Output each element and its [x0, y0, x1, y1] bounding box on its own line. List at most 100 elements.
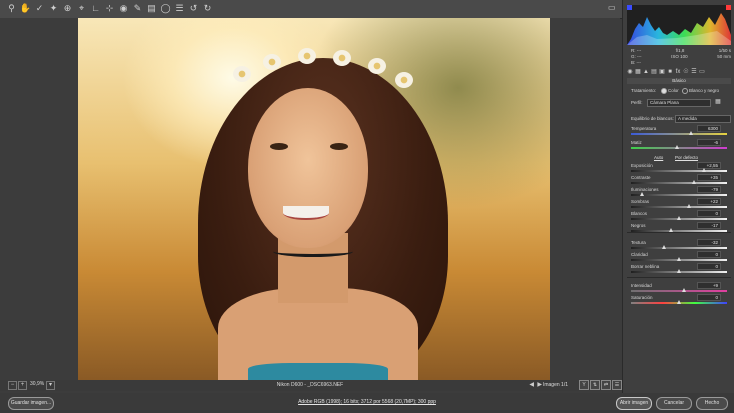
iso: ISO 100 — [671, 54, 688, 59]
fullscreen-icon[interactable]: ▭ — [608, 3, 618, 13]
borrar-neblina-slider-thumb[interactable] — [677, 269, 681, 273]
matiz-value[interactable]: -6 — [697, 139, 721, 146]
exposicion-slider-thumb[interactable] — [701, 168, 706, 172]
textura-value[interactable]: -32 — [697, 239, 721, 246]
cancel-button[interactable]: Cancelar — [656, 397, 692, 410]
tab-tone-curve-icon[interactable]: ▦ — [635, 69, 641, 76]
matiz-slider[interactable] — [631, 145, 727, 149]
crop-icon[interactable]: ⌖ — [76, 2, 87, 14]
photo-flower-crown — [223, 46, 423, 88]
contraste-slider[interactable] — [631, 180, 727, 184]
iluminaciones-slider[interactable] — [631, 192, 727, 196]
adjustment-brush-icon[interactable]: ✎ — [132, 2, 143, 14]
claridad-slider[interactable] — [631, 257, 727, 261]
temperatura-slider[interactable] — [631, 131, 727, 135]
image-counter: Imagen 1/1 — [542, 382, 568, 388]
profile-select[interactable]: Cámara Plana — [647, 99, 711, 107]
claridad-slider-thumb[interactable] — [677, 257, 681, 261]
white-balance-label: Equilibrio de blancos: — [631, 116, 674, 121]
saturacion-slider-thumb[interactable] — [677, 300, 681, 304]
intensidad-value[interactable]: +9 — [697, 282, 721, 289]
b-value: --- — [636, 60, 642, 65]
tab-calibration-icon[interactable]: ☉ — [683, 69, 689, 76]
view-options-icon[interactable]: ☰ — [612, 380, 622, 390]
saturacion-label: Saturación — [631, 295, 653, 300]
profile-browser-icon[interactable]: ▦ — [715, 99, 721, 106]
iluminaciones-slider-thumb[interactable] — [639, 192, 644, 196]
white-balance-icon[interactable]: ✓ — [34, 2, 45, 14]
borrar-neblina-label: Borrar neblina — [631, 264, 660, 269]
tab-presets-icon[interactable]: ☰ — [691, 69, 697, 76]
textura-slider[interactable] — [631, 245, 727, 249]
shadow-clip-warning-icon[interactable] — [627, 5, 632, 10]
sombras-value[interactable]: +22 — [697, 198, 721, 205]
auto-link[interactable]: Auto — [654, 155, 663, 160]
spot-removal-icon[interactable]: ⊹ — [104, 2, 115, 14]
photo-smile — [283, 206, 329, 220]
saturacion-value[interactable]: 0 — [697, 294, 721, 301]
prev-image-icon[interactable]: ◀ — [529, 381, 534, 388]
tab-split-toning-icon[interactable]: ▣ — [659, 69, 665, 76]
done-button[interactable]: Hecho — [696, 397, 728, 410]
negros-slider-thumb[interactable] — [669, 228, 674, 232]
borrar-neblina-slider[interactable] — [631, 269, 727, 273]
toggle-settings-icon[interactable]: ⇄ — [601, 380, 611, 390]
radial-filter-icon[interactable]: ◯ — [160, 2, 171, 14]
treatment-label: Tratamiento: — [631, 88, 657, 93]
tab-hsl-icon[interactable]: ▤ — [651, 69, 657, 76]
white-balance-select[interactable]: A medida — [675, 115, 731, 123]
tab-effects-icon[interactable]: fx — [675, 69, 681, 76]
intensidad-slider-thumb[interactable] — [681, 288, 686, 292]
flower — [368, 58, 386, 74]
textura-slider-thumb[interactable] — [661, 245, 666, 249]
hand-icon[interactable]: ✋ — [20, 2, 31, 14]
rotate-right-icon[interactable]: ↻ — [202, 2, 213, 14]
view-y-button[interactable]: Y — [579, 380, 589, 390]
open-image-button[interactable]: Abrir imagen — [616, 397, 652, 410]
exposicion-value[interactable]: +2,55 — [697, 162, 721, 169]
tab-lens-icon[interactable]: ■ — [667, 69, 673, 76]
color-sampler-icon[interactable]: ✦ — [48, 2, 59, 14]
matiz-slider-thumb[interactable] — [675, 145, 680, 149]
target-adjust-icon[interactable]: ⊕ — [62, 2, 73, 14]
contraste-value[interactable]: +35 — [697, 174, 721, 181]
before-after-icon[interactable]: ⇅ — [590, 380, 600, 390]
claridad-label: Claridad — [631, 252, 648, 257]
rotate-left-icon[interactable]: ↺ — [188, 2, 199, 14]
sombras-slider[interactable] — [631, 204, 727, 208]
blancos-value[interactable]: 0 — [697, 210, 721, 217]
contraste-slider-thumb[interactable] — [692, 180, 697, 184]
exposicion-slider[interactable] — [631, 168, 727, 172]
straighten-icon[interactable]: ∟ — [90, 2, 101, 14]
flower — [263, 54, 281, 70]
highlight-clip-warning-icon[interactable] — [726, 5, 731, 10]
r-label: R: — [631, 48, 636, 53]
borrar-neblina-value[interactable]: 0 — [697, 263, 721, 270]
photo-preview[interactable] — [78, 18, 550, 380]
next-image-icon[interactable]: ▶ — [537, 381, 542, 388]
claridad-value[interactable]: 0 — [697, 251, 721, 258]
tab-detail-icon[interactable]: ▲ — [643, 69, 649, 76]
default-link[interactable]: Por defecto — [675, 155, 698, 160]
contraste-label: Contraste — [631, 175, 651, 180]
graduated-filter-icon[interactable]: ▤ — [146, 2, 157, 14]
preferences-icon[interactable]: ☰ — [174, 2, 185, 14]
saturacion-slider[interactable] — [631, 300, 727, 304]
tab-basic-icon[interactable]: ◉ — [627, 69, 633, 76]
red-eye-icon[interactable]: ◉ — [118, 2, 129, 14]
temperatura-slider-thumb[interactable] — [688, 131, 693, 135]
intensidad-slider[interactable] — [631, 288, 727, 292]
tab-snapshots-icon[interactable]: ▭ — [699, 69, 705, 76]
temperatura-value[interactable]: 6300 — [697, 125, 721, 132]
treatment-bw-radio[interactable] — [682, 88, 688, 94]
blancos-slider[interactable] — [631, 216, 727, 220]
blancos-slider-thumb[interactable] — [677, 216, 681, 220]
zoom-icon[interactable]: ⚲ — [6, 2, 17, 14]
bottom-bar: Guardar imagen... Adobe RGB (1998); 16 b… — [0, 393, 734, 413]
negros-value[interactable]: -17 — [697, 222, 721, 229]
pixel-readout: R: --- f/1,8 1/50 s G: --- ISO 100 50 mm B: … — [631, 48, 731, 66]
treatment-color-radio[interactable] — [661, 88, 667, 94]
iluminaciones-value[interactable]: -79 — [697, 186, 721, 193]
sombras-slider-thumb[interactable] — [686, 204, 691, 208]
negros-slider[interactable] — [631, 228, 727, 232]
